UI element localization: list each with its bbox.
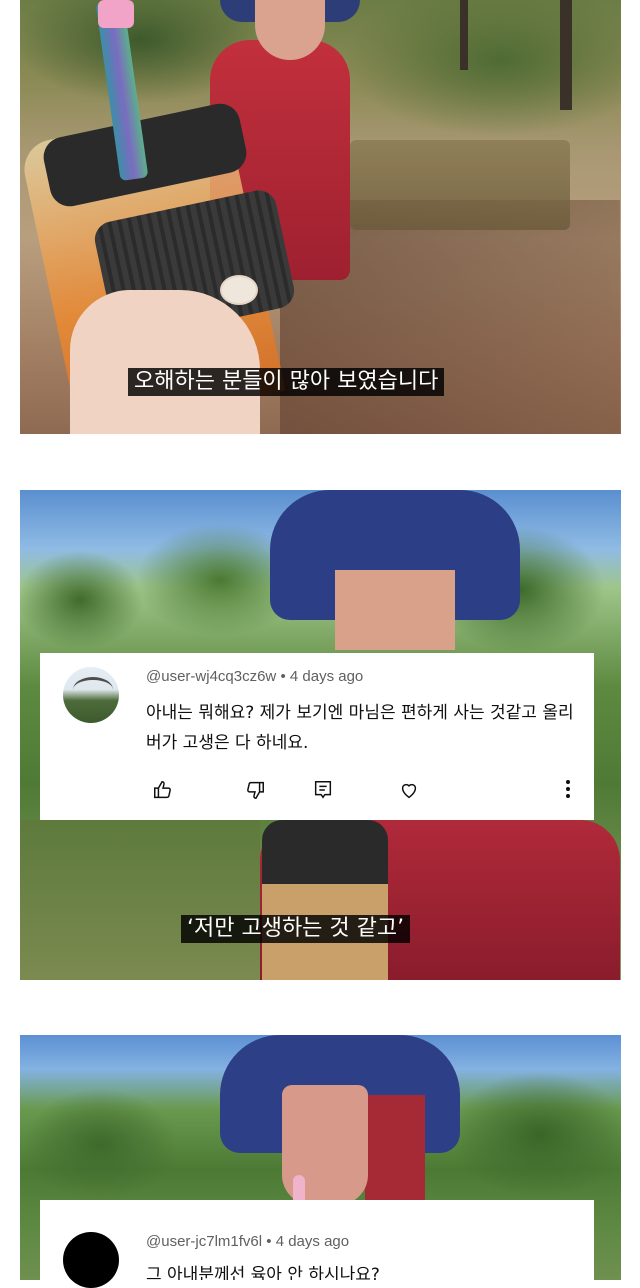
grass-ground xyxy=(20,820,260,980)
comment-username[interactable]: @user-wj4cq3cz6w xyxy=(146,668,276,685)
straw-tip xyxy=(98,0,134,28)
comment-timestamp: 4 days ago xyxy=(275,1233,350,1250)
meta-separator: • xyxy=(280,668,286,685)
comment-timestamp: 4 days ago xyxy=(289,668,364,685)
sod-pile xyxy=(350,140,570,230)
hand xyxy=(70,290,260,434)
person-face xyxy=(335,570,455,650)
comment-meta: @user-wj4cq3cz6w • 4 days ago xyxy=(146,668,363,685)
comment-meta: @user-jc7lm1fv6l • 4 days ago xyxy=(146,1233,349,1250)
tree-trunk xyxy=(460,0,468,70)
comment-text: 아내는 뭐해요? 제가 보기엔 마님은 편하게 사는 것같고 올리버가 고생은 … xyxy=(146,703,574,753)
heart-icon[interactable] xyxy=(398,779,422,803)
video-subtitle: ‘저만 고생하는 것 같고’ xyxy=(181,915,411,943)
fingernail xyxy=(220,275,258,305)
youtube-comment-card: @user-wj4cq3cz6w • 4 days ago 아내는 뭐해요? 제… xyxy=(40,653,594,820)
avatar[interactable] xyxy=(63,667,119,723)
comment-text: 그 아내분께선 육아 안 하시나요? xyxy=(146,1265,380,1280)
video-subtitle: 오해하는 분들이 많아 보였습니다 xyxy=(128,368,445,396)
red-hood xyxy=(365,1095,425,1205)
iced-drink-cup xyxy=(262,820,388,980)
comment-username[interactable]: @user-jc7lm1fv6l xyxy=(146,1233,262,1250)
thumbs-up-icon[interactable] xyxy=(152,779,176,803)
youtube-comment-card: @user-jc7lm1fv6l • 4 days ago 그 아내분께선 육아… xyxy=(40,1200,594,1288)
reply-icon[interactable] xyxy=(312,779,336,803)
thumbs-down-icon[interactable] xyxy=(244,779,268,803)
comment-actions xyxy=(152,779,582,803)
meta-separator: • xyxy=(266,1233,272,1250)
tree-trunk xyxy=(560,0,572,110)
more-vertical-icon[interactable] xyxy=(562,777,574,801)
